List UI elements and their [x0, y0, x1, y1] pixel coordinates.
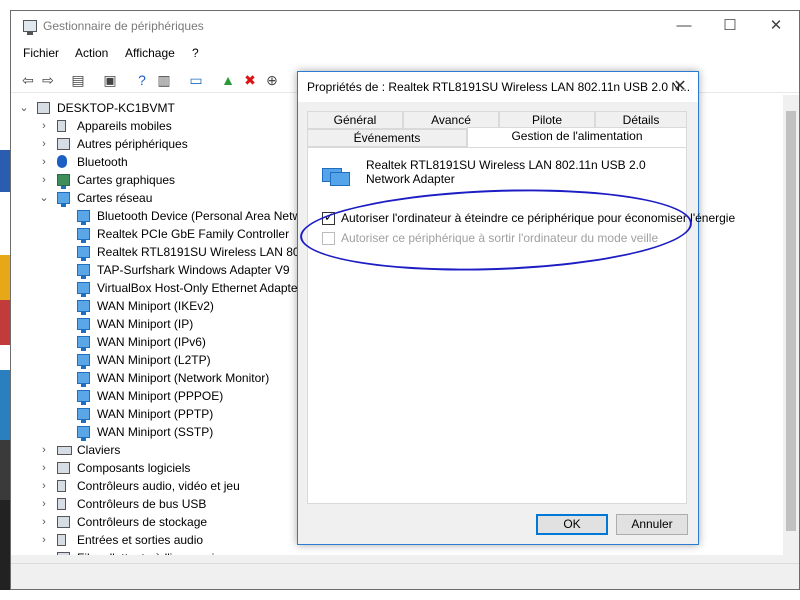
device-label: Realtek PCIe GbE Family Controller [97, 227, 290, 241]
category-label: Contrôleurs de bus USB [77, 497, 207, 511]
keyboard-icon [57, 446, 72, 455]
network-adapter-icon [77, 336, 90, 351]
category-label: Cartes graphiques [77, 173, 176, 187]
tab-general[interactable]: Général [307, 111, 403, 129]
status-bar [11, 563, 799, 589]
network-adapter-icon [77, 408, 90, 423]
dialog-close-button[interactable]: ✕ [662, 72, 698, 102]
display-adapter-icon [57, 174, 70, 189]
title-bar: Gestionnaire de périphériques — ☐ ✕ [11, 11, 799, 41]
network-adapter-icon [77, 426, 90, 441]
audio-io-icon [57, 534, 66, 546]
chevron-right-icon[interactable]: › [39, 477, 49, 495]
category-label: Bluetooth [77, 155, 128, 169]
chevron-right-icon[interactable]: › [39, 153, 49, 171]
category-label: Composants logiciels [77, 461, 191, 475]
device-manager-icon [23, 20, 37, 35]
bluetooth-icon [57, 155, 67, 168]
device-name: Realtek RTL8191SU Wireless LAN 802.11n U… [366, 158, 646, 186]
forward-arrow-icon[interactable]: ⇨ [39, 71, 57, 89]
network-adapter-icon [322, 164, 352, 188]
network-adapter-icon [77, 354, 90, 369]
category-label: Contrôleurs audio, vidéo et jeu [77, 479, 240, 493]
network-adapter-icon [57, 192, 70, 207]
computer-icon [37, 102, 50, 114]
tab-power-management[interactable]: Gestion de l'alimentation [467, 127, 687, 147]
chevron-right-icon[interactable]: › [39, 135, 49, 153]
chevron-down-icon[interactable]: ⌄ [19, 99, 29, 117]
usb-icon [57, 498, 66, 510]
vertical-scrollbar[interactable] [783, 95, 799, 563]
device-label: WAN Miniport (SSTP) [97, 425, 214, 439]
scrollbar-thumb[interactable] [786, 111, 796, 531]
chevron-right-icon[interactable]: › [39, 171, 49, 189]
ok-button[interactable]: OK [536, 514, 608, 535]
maximize-button[interactable]: ☐ [707, 11, 753, 41]
properties-dialog: Propriétés de : Realtek RTL8191SU Wirele… [297, 71, 735, 545]
computer-name: DESKTOP-KC1BVMT [57, 101, 175, 115]
category-label: Cartes réseau [77, 191, 153, 205]
chevron-down-icon[interactable]: ⌄ [39, 189, 49, 207]
menu-fichier[interactable]: Fichier [23, 46, 59, 60]
speaker-icon [57, 480, 66, 492]
category-label: Claviers [77, 443, 121, 457]
device-label: TAP-Surfshark Windows Adapter V9 [97, 263, 290, 277]
chevron-right-icon[interactable]: › [39, 495, 49, 513]
device-label: WAN Miniport (PPTP) [97, 407, 214, 421]
network-adapter-icon [77, 390, 90, 405]
category-label: Appareils mobiles [77, 119, 172, 133]
network-adapter-icon [77, 228, 90, 243]
category-label: Entrées et sorties audio [77, 533, 204, 547]
minimize-button[interactable]: — [661, 11, 707, 41]
device-label: Realtek RTL8191SU Wireless LAN 802.1 [97, 245, 317, 259]
dialog-title: Propriétés de : Realtek RTL8191SU Wirele… [307, 80, 691, 94]
update-driver-icon[interactable]: ▲ [219, 71, 237, 89]
view-icon[interactable]: ▥ [155, 71, 173, 89]
device-label: WAN Miniport (L2TP) [97, 353, 211, 367]
network-adapter-icon [77, 282, 90, 297]
chevron-right-icon[interactable]: › [39, 531, 49, 549]
remove-icon[interactable]: ✖ [241, 71, 259, 89]
horizontal-scrollbar[interactable] [11, 555, 783, 563]
chevron-right-icon[interactable]: › [39, 117, 49, 135]
device-label: Bluetooth Device (Personal Area Netw [97, 209, 302, 223]
storage-icon [57, 516, 70, 528]
window-title: Gestionnaire de périphériques [43, 19, 204, 33]
menu-affichage[interactable]: Affichage [125, 46, 175, 60]
software-component-icon [57, 462, 70, 474]
close-button[interactable]: ✕ [753, 11, 799, 41]
chevron-right-icon[interactable]: › [39, 459, 49, 477]
chevron-right-icon[interactable]: › [39, 441, 49, 459]
network-adapter-icon [77, 246, 90, 261]
category-label: Contrôleurs de stockage [77, 515, 208, 529]
mobile-device-icon [57, 120, 66, 132]
menu-bar: Fichier Action Affichage ? [11, 43, 799, 63]
network-adapter-icon [77, 210, 90, 225]
properties-icon[interactable]: ▤ [69, 71, 87, 89]
device-label: WAN Miniport (IKEv2) [97, 299, 214, 313]
back-arrow-icon[interactable]: ⇦ [19, 71, 37, 89]
help-icon[interactable]: ? [133, 71, 151, 89]
device-label: WAN Miniport (IP) [97, 317, 194, 331]
tab-evenements[interactable]: Événements [307, 129, 467, 147]
list-icon[interactable]: ▣ [101, 71, 119, 89]
download-icon[interactable]: ⊕ [263, 71, 281, 89]
monitor-icon[interactable]: ▭ [187, 71, 205, 89]
network-adapter-icon [77, 372, 90, 387]
network-adapter-icon [77, 264, 90, 279]
background-edge-strip [0, 0, 10, 600]
device-label: WAN Miniport (IPv6) [97, 335, 206, 349]
device-label: WAN Miniport (PPPOE) [97, 389, 224, 403]
device-label: WAN Miniport (Network Monitor) [97, 371, 270, 385]
network-adapter-icon [77, 300, 90, 315]
dialog-title-bar: Propriétés de : Realtek RTL8191SU Wirele… [298, 72, 698, 102]
menu-action[interactable]: Action [75, 46, 108, 60]
network-adapter-icon [77, 318, 90, 333]
category-label: Autres périphériques [77, 137, 188, 151]
chevron-right-icon[interactable]: › [39, 513, 49, 531]
device-label: VirtualBox Host-Only Ethernet Adapte [97, 281, 298, 295]
cancel-button[interactable]: Annuler [616, 514, 688, 535]
menu-help[interactable]: ? [192, 46, 199, 60]
unknown-device-icon [57, 138, 70, 150]
